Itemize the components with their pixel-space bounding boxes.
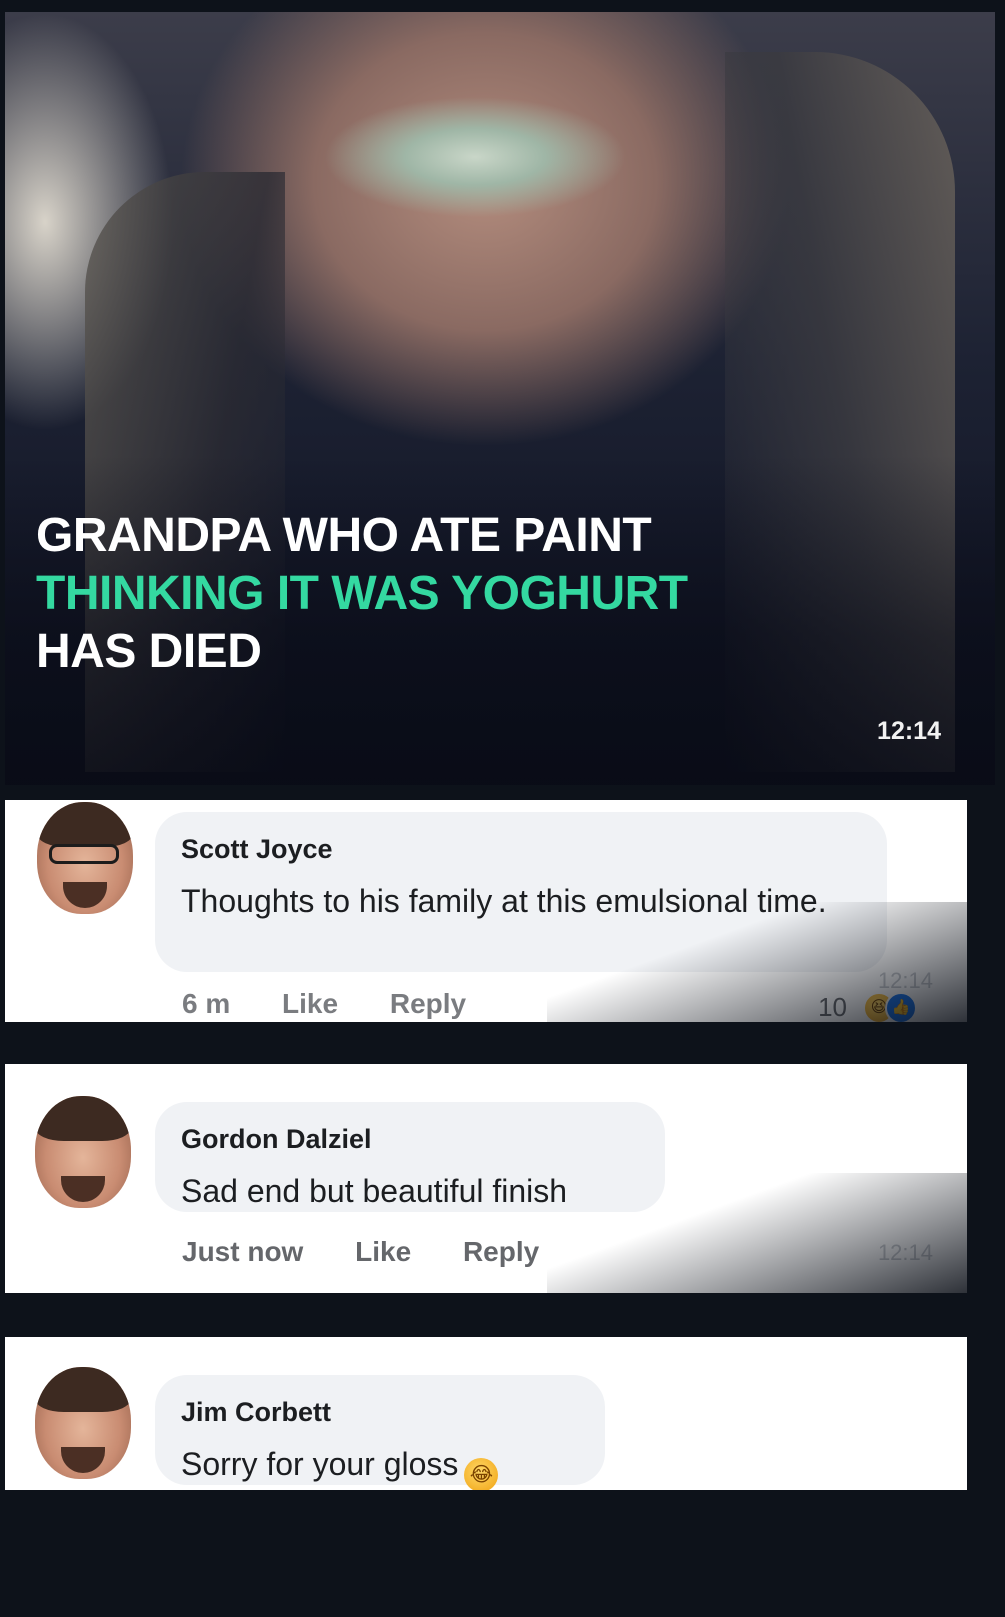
comment-time[interactable]: Just now [182,1236,303,1267]
comment-text: Thoughts to his family at this emulsiona… [181,883,827,919]
avatar-glasses [49,844,119,864]
comment-bubble: Gordon Dalziel Sad end but beautiful fin… [155,1102,665,1212]
avatar[interactable] [35,1096,131,1208]
avatar-hair [35,1367,131,1412]
reply-button[interactable]: Reply [463,1236,539,1267]
video-duration: 12:14 [877,717,941,745]
avatar-beard [61,1447,105,1473]
reaction-count[interactable]: 10 [818,992,847,1022]
like-icon: 👍 [885,992,917,1022]
comment-author[interactable]: Scott Joyce [181,834,861,865]
comment-text-body: Sorry for your gloss [181,1446,459,1482]
avatar-beard [63,882,107,908]
headline-line-1: GRANDPA WHO ATE PAINT [36,509,652,562]
comment-bubble: Scott Joyce Thoughts to his family at th… [155,812,887,972]
headline-line-3: HAS DIED [36,625,262,678]
avatar-beard [61,1176,105,1202]
avatar-hair [37,802,133,847]
headline-line-2: THINKING IT WAS YOGHURT [36,567,688,620]
comment-time[interactable]: 6 m [182,988,230,1019]
comment-bubble: Jim Corbett Sorry for your gloss 😂 [155,1375,605,1490]
overlay-time: 12:14 [877,968,933,993]
reaction-icons[interactable]: 😆 👍 [863,990,927,1022]
reply-button[interactable]: Reply [390,988,466,1019]
video-headline: GRANDPA WHO ATE PAINT THINKING IT WAS YO… [36,507,688,681]
video-thumbnail[interactable]: GRANDPA WHO ATE PAINT THINKING IT WAS YO… [5,12,995,785]
avatar-hair [35,1096,131,1141]
comment-author[interactable]: Gordon Dalziel [181,1124,639,1155]
comment-author[interactable]: Jim Corbett [181,1397,579,1428]
like-button[interactable]: Like [282,988,338,1019]
avatar[interactable] [35,1367,131,1479]
comment: Gordon Dalziel Sad end but beautiful fin… [5,1064,967,1293]
like-button[interactable]: Like [355,1236,411,1267]
comment: Jim Corbett Sorry for your gloss 😂 [5,1337,967,1490]
comment-actions: 6 m Like Reply [182,988,510,1020]
comment-text: Sad end but beautiful finish [181,1173,568,1209]
comment-actions: Just now Like Reply [182,1236,583,1268]
avatar[interactable] [37,802,133,914]
laughing-emoji-icon: 😂 [464,1458,499,1490]
comment: Scott Joyce Thoughts to his family at th… [5,800,967,1022]
overlay-time: 12:14 [877,1240,933,1265]
comment-text: Sorry for your gloss 😂 [181,1440,579,1490]
